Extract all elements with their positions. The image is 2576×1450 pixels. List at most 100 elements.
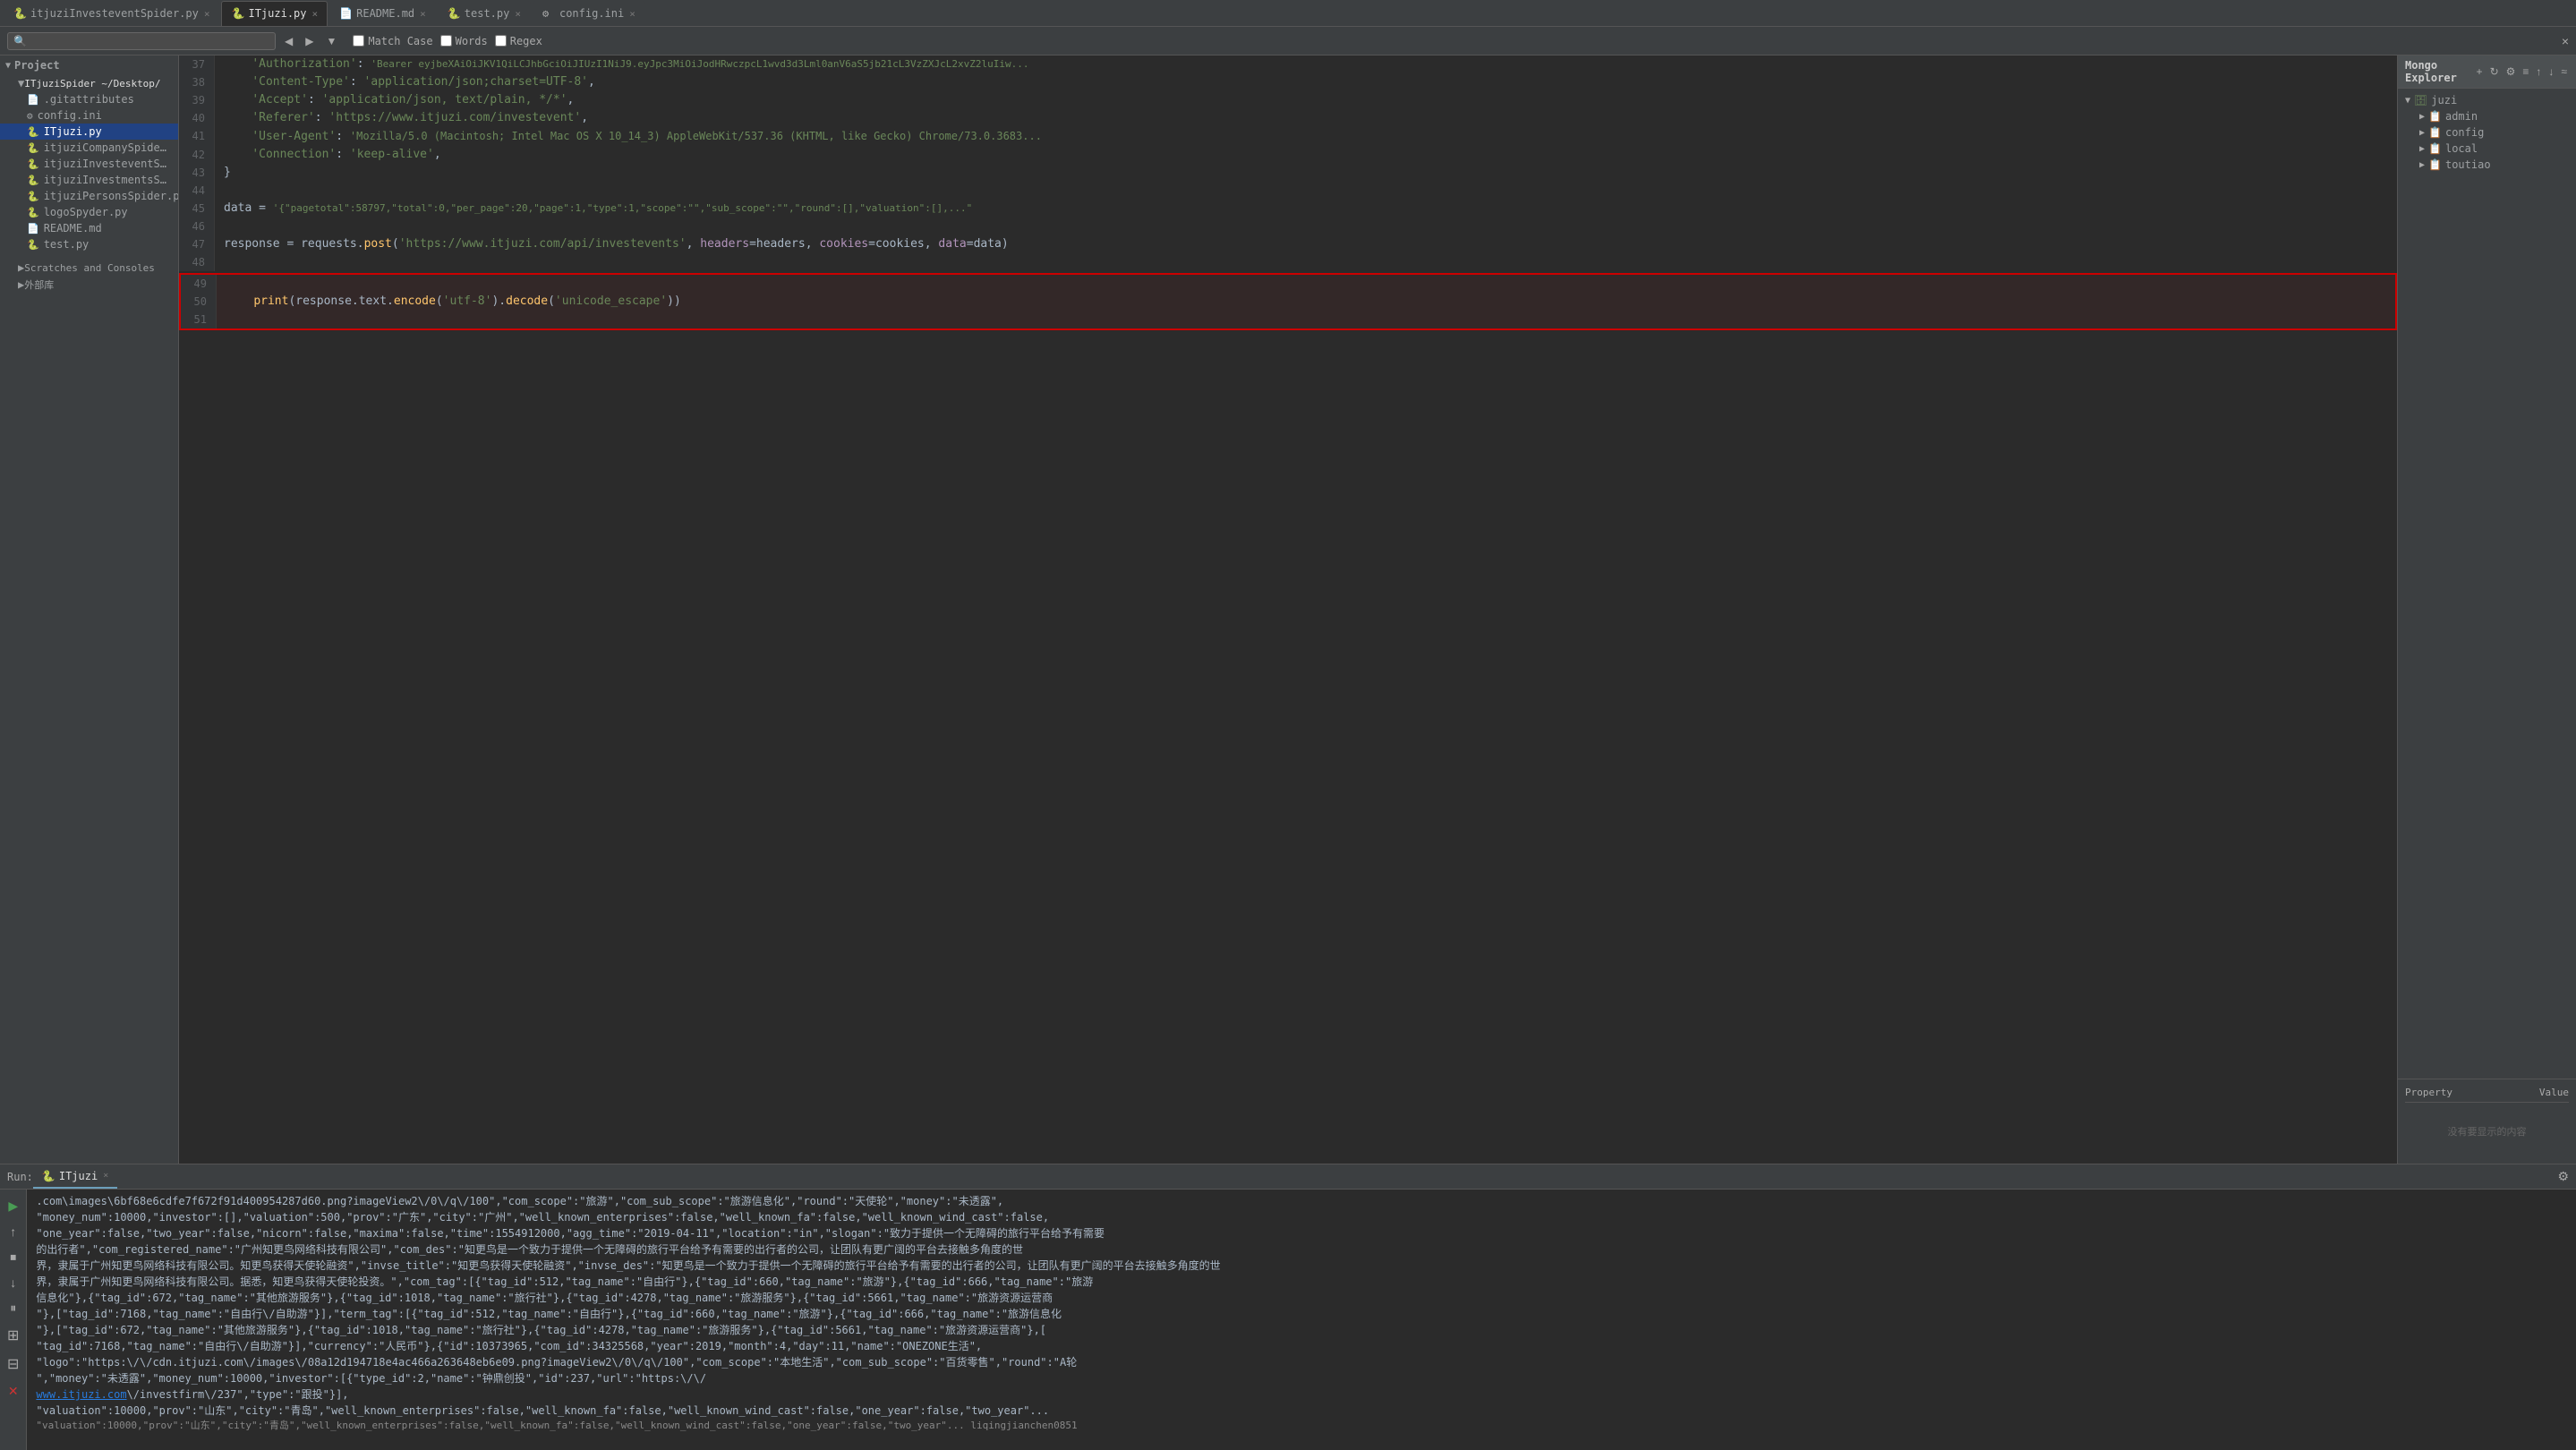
collection-icon-config: 📋 <box>2428 126 2442 139</box>
close-tab-0[interactable]: × <box>204 8 210 20</box>
tab-test[interactable]: 🐍 test.py × <box>438 1 531 26</box>
search-filter-button[interactable]: ▼ <box>322 33 340 49</box>
main-layout: ▼ Project ▼ ITjuziSpider ~/Desktop/ 📄 .g… <box>0 55 2576 1164</box>
line-number-46: 46 <box>179 218 215 235</box>
sidebar-item-label: itjuziCompanySpider.p <box>44 141 171 154</box>
investevent-spider-icon: 🐍 <box>27 158 39 170</box>
line-number-40: 40 <box>179 109 215 127</box>
sidebar-item-test-py[interactable]: 🐍 test.py <box>0 236 178 252</box>
sidebar-item-label: .gitattributes <box>44 93 134 106</box>
run-stop-button[interactable]: ⏹ <box>6 1246 20 1268</box>
line-number-50: 50 <box>181 293 217 311</box>
line-content-48 <box>215 253 2397 271</box>
code-line-49: 49 <box>181 275 2395 293</box>
close-run-tab[interactable]: × <box>103 1171 108 1181</box>
project-header[interactable]: ▼ Project <box>0 55 178 75</box>
editor-area[interactable]: 37 'Authorization': 'Bearer eyjbeXAiOiJK… <box>179 55 2397 1164</box>
itjuzi-py-icon: 🐍 <box>27 126 39 138</box>
run-output-line-5: 界，隶属于广州知更鸟网络科技有限公司。据悉，知更鸟获得天使轮投资。","com_… <box>36 1274 2567 1290</box>
sidebar-item-investments-spider[interactable]: 🐍 itjuziInvestmentsSpid <box>0 172 178 188</box>
readme-sidebar-icon: 📄 <box>27 223 39 235</box>
sidebar-item-logo-spyder[interactable]: 🐍 logoSpyder.py <box>0 204 178 220</box>
output-link[interactable]: www.itjuzi.com <box>36 1388 126 1401</box>
line-content-45: data = '{"pagetotal":58797,"total":0,"pe… <box>215 200 2397 218</box>
mongo-toolbar: + ↻ ⚙ ≡ ↑ ↓ ≈ <box>2475 64 2569 80</box>
words-label: Words <box>456 35 488 47</box>
sidebar-item-company-spider[interactable]: 🐍 itjuziCompanySpider.p <box>0 140 178 156</box>
run-settings-button[interactable]: ⚙ <box>2557 1169 2569 1184</box>
mongo-more-button[interactable]: ≈ <box>2559 64 2569 80</box>
words-option[interactable]: Words <box>440 35 488 47</box>
collection-icon-toutiao: 📋 <box>2428 158 2442 171</box>
sidebar-item-investevent-spider[interactable]: 🐍 itjuziInvesteventSpide <box>0 156 178 172</box>
external-arrow: ▶ <box>18 278 24 291</box>
sidebar-item-config-ini[interactable]: ⚙ config.ini <box>0 107 178 124</box>
search-input-wrap: 🔍 <box>7 32 276 50</box>
tab-label-test: test.py <box>465 7 510 20</box>
line-number-48: 48 <box>179 253 215 271</box>
line-number-49: 49 <box>181 275 217 293</box>
sidebar-root[interactable]: ▼ ITjuziSpider ~/Desktop/ <box>0 75 178 91</box>
tab-label: itjuziInvesteventSpider.py <box>30 7 199 20</box>
sidebar-item-label: config.ini <box>38 109 102 122</box>
search-input[interactable] <box>30 35 269 47</box>
mongo-down-button[interactable]: ↓ <box>2546 64 2555 80</box>
sidebar: ▼ Project ▼ ITjuziSpider ~/Desktop/ 📄 .g… <box>0 55 179 1164</box>
mongo-collection-config[interactable]: ▶ 📋 config <box>2398 124 2576 141</box>
sidebar-item-label: test.py <box>44 238 90 251</box>
sidebar-item-gitattributes[interactable]: 📄 .gitattributes <box>0 91 178 107</box>
line-number-43: 43 <box>179 164 215 182</box>
regex-checkbox[interactable] <box>495 35 507 47</box>
close-tab-4[interactable]: × <box>629 8 635 20</box>
run-step-button[interactable]: ⊞ <box>4 1323 22 1348</box>
close-tab-1[interactable]: × <box>312 8 319 20</box>
mongo-menu-button[interactable]: ≡ <box>2521 64 2530 80</box>
tab-itjuziinvesteventspider[interactable]: 🐍 itjuziInvesteventSpider.py × <box>4 1 219 26</box>
mongo-settings-button[interactable]: ⚙ <box>2504 64 2518 80</box>
sidebar-item-itjuzi-py[interactable]: 🐍 ITjuzi.py <box>0 124 178 140</box>
run-step2-button[interactable]: ⊟ <box>4 1352 22 1377</box>
mongo-collection-admin[interactable]: ▶ 📋 admin <box>2398 108 2576 124</box>
mongo-db-juzi[interactable]: ▼ 🗄 juzi <box>2398 92 2576 108</box>
search-next-button[interactable]: ▶ <box>302 33 317 49</box>
regex-option[interactable]: Regex <box>495 35 542 47</box>
bottom-tab-itjuzi[interactable]: 🐍 ITjuzi × <box>33 1165 117 1189</box>
run-down-button[interactable]: ↓ <box>6 1272 20 1293</box>
words-checkbox[interactable] <box>440 35 452 47</box>
search-prev-button[interactable]: ◀ <box>281 33 296 49</box>
line-content-51 <box>217 311 2395 328</box>
sidebar-item-readme[interactable]: 📄 README.md <box>0 220 178 236</box>
match-case-checkbox[interactable] <box>353 35 364 47</box>
run-status-line: "valuation":10000,"prov":"山东","city":"青岛… <box>36 1419 2567 1434</box>
search-close-button[interactable]: × <box>2562 34 2569 48</box>
mongo-collection-toutiao[interactable]: ▶ 📋 toutiao <box>2398 157 2576 173</box>
run-controls: ▶ ↑ ⏹ ↓ ⏸ ⊞ ⊟ ✕ <box>0 1190 27 1450</box>
mongo-up-button[interactable]: ↑ <box>2534 64 2543 80</box>
tab-config[interactable]: ⚙ config.ini × <box>533 1 645 26</box>
close-tab-3[interactable]: × <box>515 8 521 20</box>
sidebar-scratches[interactable]: ▶ Scratches and Consoles <box>0 260 178 276</box>
tab-itjuzi[interactable]: 🐍 ITjuzi.py × <box>221 1 328 26</box>
line-number-51: 51 <box>181 311 217 328</box>
run-up-button[interactable]: ↑ <box>6 1221 20 1242</box>
mongo-tree: ▼ 🗄 juzi ▶ 📋 admin ▶ 📋 config ▶ 📋 local … <box>2398 89 2576 1079</box>
sidebar-item-label: itjuziInvestmentsSpid <box>44 174 171 186</box>
sidebar-item-persons-spider[interactable]: 🐍 itjuziPersonsSpider.py <box>0 188 178 204</box>
mongo-refresh-button[interactable]: ↻ <box>2488 64 2501 80</box>
run-play-button[interactable]: ▶ <box>4 1195 21 1217</box>
close-tab-2[interactable]: × <box>420 8 426 20</box>
code-line-47: 47 response = requests.post('https://www… <box>179 235 2397 253</box>
mongo-add-button[interactable]: + <box>2475 64 2485 80</box>
value-label: Value <box>2539 1087 2569 1098</box>
property-label: Property <box>2405 1087 2452 1098</box>
run-pause-button[interactable]: ⏸ <box>6 1297 20 1319</box>
juzi-arrow: ▼ <box>2405 96 2410 106</box>
run-close-button[interactable]: ✕ <box>4 1380 22 1403</box>
match-case-option[interactable]: Match Case <box>353 35 432 47</box>
company-spider-icon: 🐍 <box>27 142 39 154</box>
mongo-collection-local[interactable]: ▶ 📋 local <box>2398 141 2576 157</box>
line-content-44 <box>215 182 2397 200</box>
collection-name-config: config <box>2445 126 2484 139</box>
tab-readme[interactable]: 📄 README.md × <box>329 1 436 26</box>
sidebar-external[interactable]: ▶ 外部库 <box>0 276 178 294</box>
